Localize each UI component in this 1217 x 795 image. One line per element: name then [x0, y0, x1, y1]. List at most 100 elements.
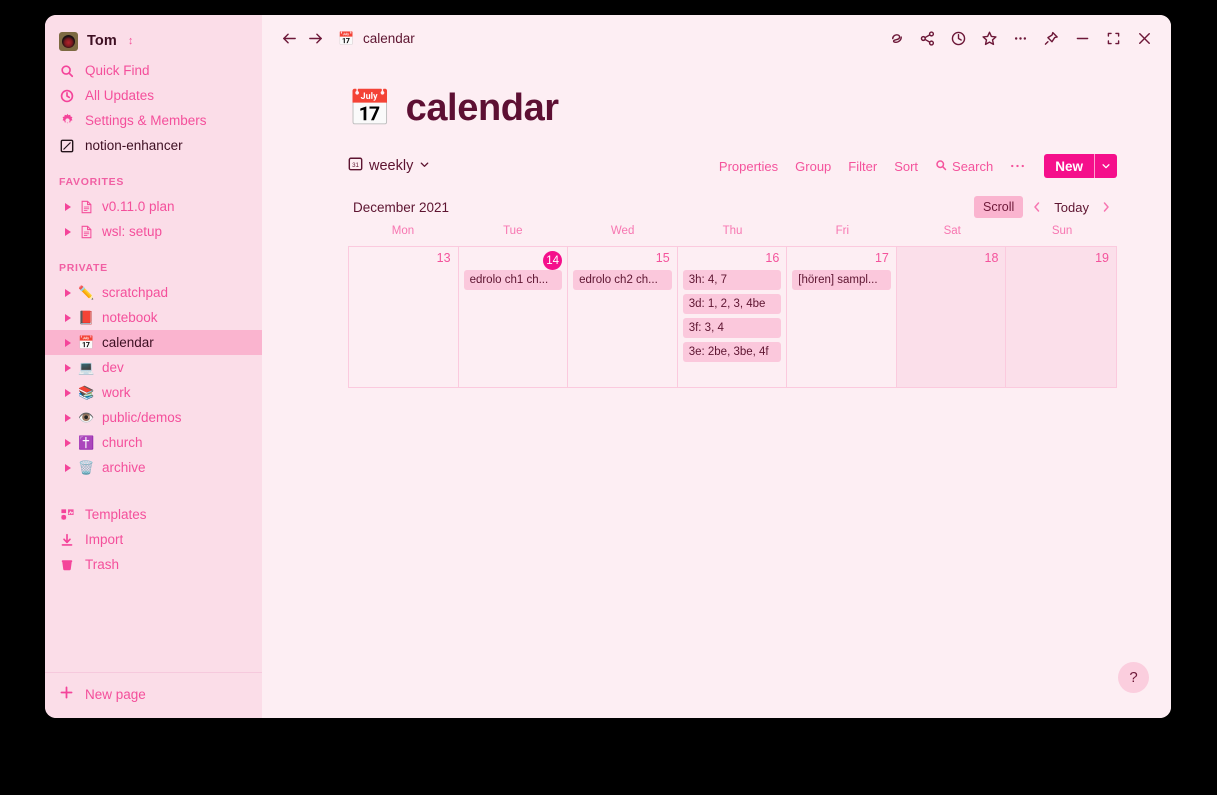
sidebar-section-favorites: FAVORITES: [59, 176, 125, 188]
weekday-label: Mon: [391, 225, 415, 237]
calendar-event[interactable]: 3f: 3, 4: [682, 318, 782, 338]
sidebar-page-scratchpad[interactable]: ✏️ scratchpad: [45, 280, 262, 305]
pin-icon[interactable]: [1040, 27, 1062, 49]
calendar-day-cell[interactable]: 15 edrolo ch2 ch...: [568, 247, 678, 387]
sidebar-page-label: notebook: [102, 310, 158, 325]
expand-triangle-icon[interactable]: [65, 227, 71, 236]
calendar-header: December 2021 Scroll Today: [348, 194, 1117, 220]
sidebar-page-public-demos[interactable]: 👁️ public/demos: [45, 405, 262, 430]
new-button-chevron-down-icon[interactable]: [1095, 154, 1117, 178]
calendar-event[interactable]: edrolo ch2 ch...: [573, 270, 672, 290]
expand-triangle-icon[interactable]: [65, 388, 71, 397]
share-icon[interactable]: [916, 27, 938, 49]
expand-triangle-icon[interactable]: [65, 438, 71, 447]
sidebar-item-import[interactable]: Import: [45, 527, 262, 552]
expand-triangle-icon[interactable]: [65, 338, 71, 347]
previous-week-button[interactable]: [1026, 196, 1048, 218]
user-name: Tom: [87, 33, 117, 49]
calendar-day-number-row: 18: [902, 251, 1001, 270]
laptop-icon: 💻: [78, 360, 95, 375]
more-options-icon[interactable]: [1009, 27, 1031, 49]
sidebar-page-v0110-plan[interactable]: v0.11.0 plan: [45, 194, 262, 219]
import-icon: [59, 532, 75, 548]
scroll-button[interactable]: Scroll: [974, 196, 1024, 218]
pencil-icon: ✏️: [78, 285, 95, 300]
sidebar-page-label: public/demos: [102, 410, 182, 425]
weekday-label: Tue: [503, 225, 523, 237]
calendar-event[interactable]: edrolo ch1 ch...: [463, 270, 563, 290]
page-title[interactable]: calendar: [406, 87, 560, 130]
view-toolbar: 31 weekly Properties Group Filter Sort S…: [348, 152, 1171, 180]
workspace-switcher[interactable]: Tom ↕: [45, 24, 262, 58]
calendar-day-cell[interactable]: 13: [349, 247, 459, 387]
sidebar-item-trash[interactable]: Trash: [45, 552, 262, 577]
filter-button[interactable]: Filter: [848, 159, 877, 174]
sidebar-item-label: All Updates: [85, 88, 155, 103]
sidebar-page-archive[interactable]: 🗑️ archive: [45, 455, 262, 480]
expand-triangle-icon[interactable]: [65, 313, 71, 322]
today-button[interactable]: Today: [1051, 200, 1092, 215]
sidebar-item-notion-enhancer[interactable]: notion-enhancer: [45, 133, 262, 158]
expand-triangle-icon[interactable]: [65, 202, 71, 211]
weekday-label: Wed: [610, 225, 635, 237]
view-selector[interactable]: 31 weekly: [348, 156, 430, 176]
properties-button[interactable]: Properties: [719, 159, 778, 174]
forward-button[interactable]: [302, 25, 328, 51]
expand-triangle-icon[interactable]: [65, 413, 71, 422]
help-button[interactable]: ?: [1118, 662, 1149, 693]
calendar-event[interactable]: 3e: 2be, 3be, 4f: [682, 342, 782, 362]
view-name: weekly: [369, 158, 414, 174]
sidebar-page-church[interactable]: ✝️ church: [45, 430, 262, 455]
new-button-label: New: [1055, 158, 1083, 174]
sidebar-page-notebook[interactable]: 📕 notebook: [45, 305, 262, 330]
sort-button[interactable]: Sort: [894, 159, 918, 174]
sidebar-item-settings-members[interactable]: Settings & Members: [45, 108, 262, 133]
page-icon[interactable]: 📅: [348, 91, 392, 126]
maximize-icon[interactable]: [1102, 27, 1124, 49]
calendar-day-cell[interactable]: 14 edrolo ch1 ch...: [458, 247, 569, 387]
sidebar-page-wsl-setup[interactable]: wsl: setup: [45, 219, 262, 244]
sidebar-page-work[interactable]: 📚 work: [45, 380, 262, 405]
calendar-day-number-row: 15: [573, 251, 672, 270]
sidebar-item-quick-find[interactable]: Quick Find: [45, 58, 262, 83]
weekday-label: Sat: [943, 225, 961, 237]
calendar-day-cell[interactable]: 16 3h: 4, 7 3d: 1, 2, 3, 4be 3f: 3, 4 3e: 2b…: [677, 247, 788, 387]
calendar-day-number: 18: [984, 251, 999, 265]
breadcrumb[interactable]: 📅 calendar: [338, 30, 414, 46]
calendar-month-label: December 2021: [353, 199, 450, 215]
sidebar-item-label: Quick Find: [85, 63, 150, 78]
sidebar-section-private: PRIVATE: [59, 262, 108, 274]
templates-icon: [59, 507, 75, 523]
search-button[interactable]: Search: [935, 159, 993, 174]
group-button[interactable]: Group: [795, 159, 831, 174]
calendar-icon: 📅: [338, 30, 355, 46]
new-page-button[interactable]: New page: [45, 681, 262, 707]
history-clock-icon[interactable]: [947, 27, 969, 49]
minimize-icon[interactable]: [1071, 27, 1093, 49]
calendar-event[interactable]: 3h: 4, 7: [682, 270, 782, 290]
calendar-event[interactable]: [hören] sampl...: [792, 270, 891, 290]
page-header: 📅 calendar: [348, 87, 1171, 130]
next-week-button[interactable]: [1095, 196, 1117, 218]
calendar-event[interactable]: 3d: 1, 2, 3, 4be: [682, 294, 782, 314]
favorite-star-icon[interactable]: [978, 27, 1000, 49]
calendar-day-cell[interactable]: 19: [1006, 247, 1116, 387]
sidebar-item-templates[interactable]: Templates: [45, 502, 262, 527]
sidebar-page-dev[interactable]: 💻 dev: [45, 355, 262, 380]
expand-triangle-icon[interactable]: [65, 363, 71, 372]
calendar-day-cell[interactable]: 17 [hören] sampl...: [787, 247, 897, 387]
new-record-button[interactable]: New: [1044, 154, 1117, 178]
sidebar-item-all-updates[interactable]: All Updates: [45, 83, 262, 108]
close-icon[interactable]: [1133, 27, 1155, 49]
expand-triangle-icon[interactable]: [65, 288, 71, 297]
back-button[interactable]: [276, 25, 302, 51]
sidebar-page-label: church: [102, 435, 143, 450]
view-more-options-icon[interactable]: [1010, 162, 1025, 170]
calendar-day-cell[interactable]: 18: [896, 247, 1007, 387]
comment-icon[interactable]: [885, 27, 907, 49]
expand-triangle-icon[interactable]: [65, 463, 71, 472]
sidebar-page-calendar[interactable]: 📅 calendar: [45, 330, 262, 355]
page-body: 📅 calendar 31 weekly Properties Group Fi…: [262, 87, 1171, 388]
sidebar-scroll-area: Tom ↕ Quick Find All Updates Settings & …: [45, 15, 262, 672]
